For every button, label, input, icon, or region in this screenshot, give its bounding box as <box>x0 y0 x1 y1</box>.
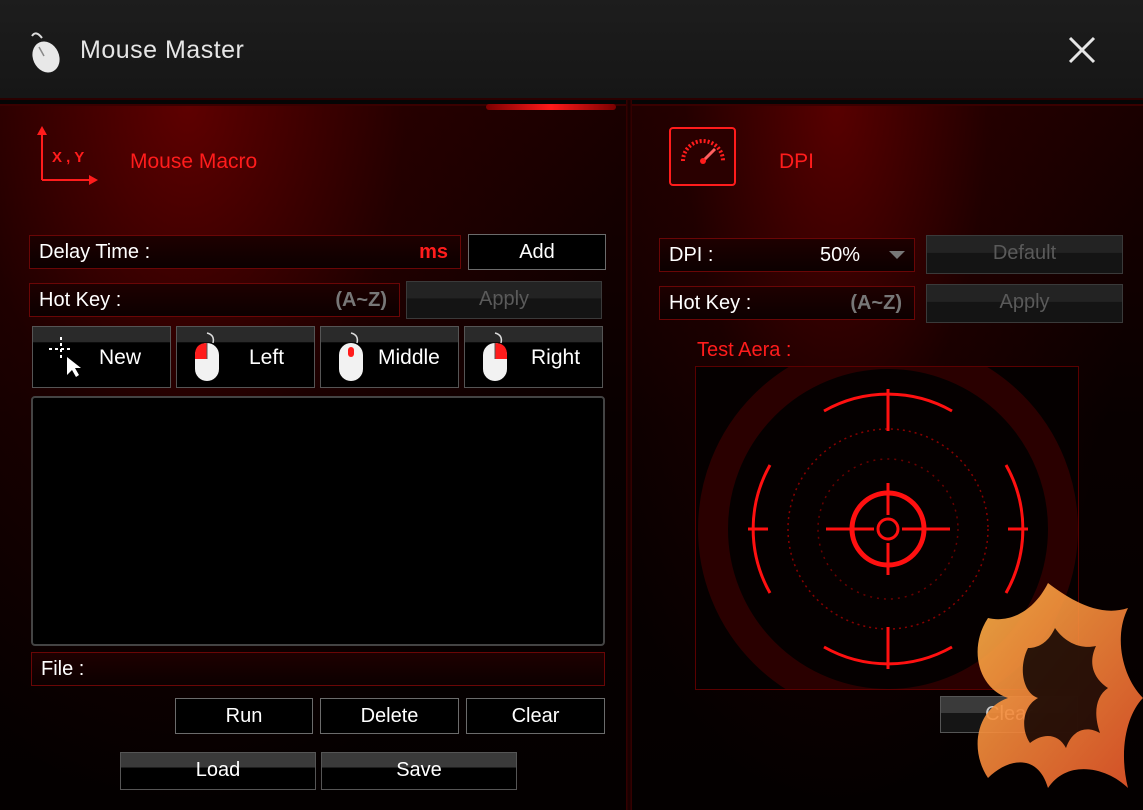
test-area-label: Test Aera : <box>697 339 792 361</box>
close-icon[interactable] <box>1062 30 1102 70</box>
default-button[interactable]: Default <box>926 235 1123 274</box>
crosshair-cursor-icon <box>49 337 81 377</box>
dpi-apply-button[interactable]: Apply <box>926 284 1123 323</box>
delete-button[interactable]: Delete <box>320 698 459 734</box>
speedometer-icon <box>669 127 736 186</box>
xy-axis-icon: X , Y <box>37 126 98 185</box>
watermark-logo <box>977 583 1143 788</box>
mouse-left-icon <box>195 332 219 381</box>
delay-time-field[interactable]: Delay Time : ms <box>29 235 461 269</box>
add-button[interactable]: Add <box>468 234 606 270</box>
new-label: New <box>99 346 142 369</box>
dpi-label: DPI : <box>669 244 714 266</box>
left-click-button[interactable]: Left <box>176 326 315 388</box>
hotkey-hint: (A~Z) <box>335 289 387 311</box>
mouse-icon <box>31 32 60 73</box>
delay-unit: ms <box>419 241 448 263</box>
dpi-select[interactable]: DPI : 50% <box>659 238 915 272</box>
dpi-hotkey-field[interactable]: Hot Key : (A~Z) <box>659 286 915 320</box>
right-label: Right <box>531 346 581 369</box>
axis-label: X , Y <box>52 149 84 166</box>
file-label: File : <box>41 658 85 680</box>
mouse-master-window: Mouse Master X , Y Mouse Macro Delay Tim… <box>0 0 1143 810</box>
macro-list[interactable] <box>31 396 605 646</box>
dpi-value: 50% <box>820 244 861 266</box>
mouse-macro-title: Mouse Macro <box>130 150 258 173</box>
middle-label: Middle <box>378 346 440 369</box>
macro-apply-button[interactable]: Apply <box>406 281 602 319</box>
hotkey-label: Hot Key : <box>39 289 122 311</box>
new-button[interactable]: New <box>32 326 171 388</box>
load-button[interactable]: Load <box>120 752 316 790</box>
mouse-right-icon <box>483 332 507 381</box>
dpi-hotkey-hint: (A~Z) <box>850 292 902 314</box>
mouse-middle-icon <box>339 332 363 381</box>
left-label: Left <box>249 346 285 369</box>
delay-time-label: Delay Time : <box>39 241 151 263</box>
dpi-title: DPI <box>779 150 815 173</box>
macro-hotkey-field[interactable]: Hot Key : (A~Z) <box>29 283 400 317</box>
save-button[interactable]: Save <box>321 752 517 790</box>
clear-macro-button[interactable]: Clear <box>466 698 605 734</box>
run-button[interactable]: Run <box>175 698 313 734</box>
window-title: Mouse Master <box>80 36 245 64</box>
panel-accent-bar <box>486 104 616 110</box>
dpi-hotkey-label: Hot Key : <box>669 292 752 314</box>
chevron-down-icon <box>889 251 905 259</box>
right-click-button[interactable]: Right <box>464 326 603 388</box>
file-field[interactable]: File : <box>31 652 605 686</box>
middle-click-button[interactable]: Middle <box>320 326 459 388</box>
title-bar: Mouse Master <box>0 0 1143 100</box>
